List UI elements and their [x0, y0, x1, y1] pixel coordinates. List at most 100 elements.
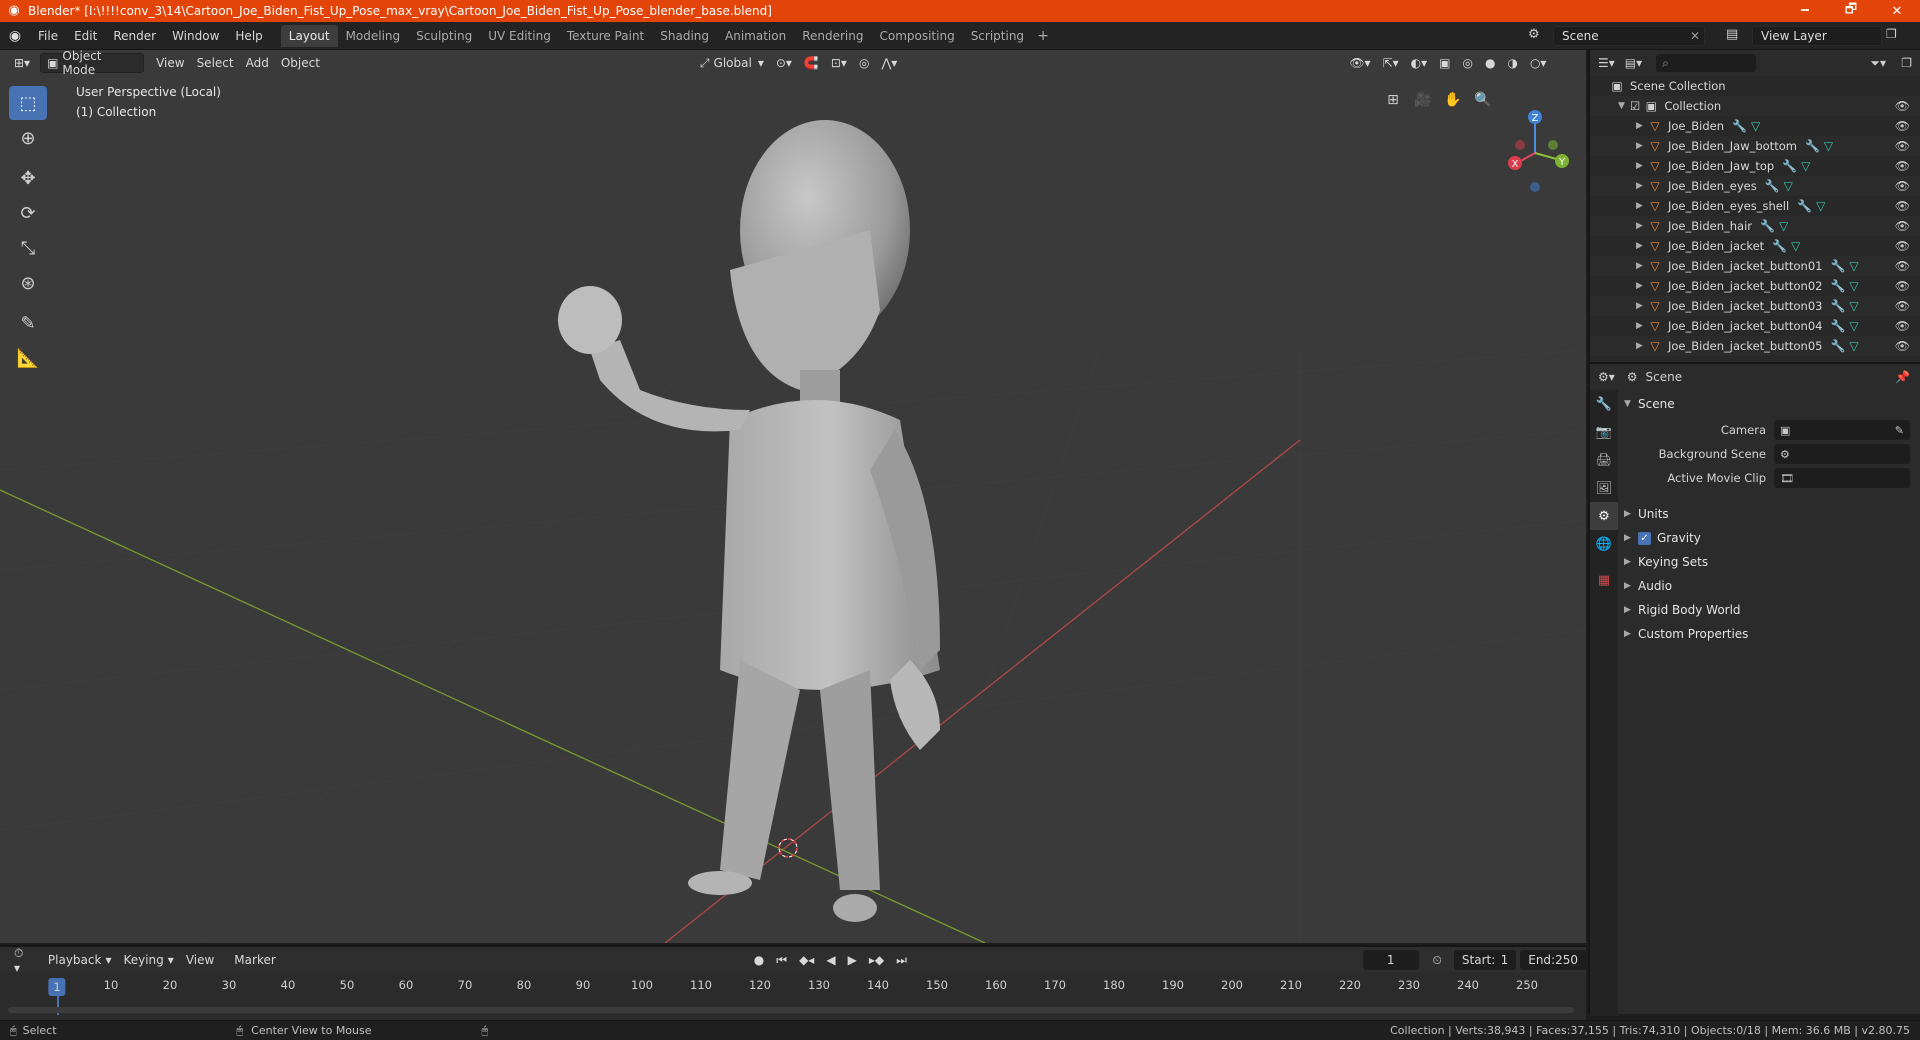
outliner-item[interactable]: ▶ ▽ Joe_Biden 🔧 ▽ 👁: [1590, 116, 1920, 136]
menu-timeline-view[interactable]: View: [180, 950, 220, 970]
menu-keying[interactable]: Keying ▾: [117, 950, 179, 970]
play-reverse-icon[interactable]: ◀: [820, 950, 841, 970]
menu-object[interactable]: Object: [275, 53, 326, 73]
background-scene-field[interactable]: ⚙: [1774, 444, 1910, 464]
tab-uv-editing[interactable]: UV Editing: [480, 25, 559, 47]
eye-icon[interactable]: 👁: [1895, 299, 1910, 313]
menu-marker[interactable]: Marker: [228, 950, 281, 970]
menu-file[interactable]: File: [30, 22, 66, 50]
navigation-gizmo[interactable]: Z Y X: [1508, 110, 1569, 192]
eye-icon[interactable]: 👁: [1895, 119, 1910, 133]
tab-sculpting[interactable]: Sculpting: [408, 25, 480, 47]
annotate-tool-icon[interactable]: ✎: [9, 306, 47, 340]
preview-range-icon[interactable]: ⏲: [1427, 950, 1448, 970]
timeline-scrollbar[interactable]: [8, 1007, 1574, 1013]
outliner-editor-icon[interactable]: ☰▾: [1598, 56, 1615, 70]
tab-texture-paint[interactable]: Texture Paint: [559, 25, 652, 47]
jump-end-icon[interactable]: ⏭: [890, 950, 913, 970]
texture-tab-icon[interactable]: ▦: [1590, 566, 1618, 594]
overlay-toggle-icon[interactable]: ◐▾: [1405, 53, 1434, 73]
tab-scripting[interactable]: Scripting: [963, 25, 1032, 47]
menu-render[interactable]: Render: [105, 22, 164, 50]
render-tab-icon[interactable]: 📷: [1590, 418, 1618, 446]
eye-icon[interactable]: 👁: [1895, 139, 1910, 153]
eye-icon[interactable]: 👁: [1895, 239, 1910, 253]
eye-icon[interactable]: 👁: [1895, 339, 1910, 353]
tab-rendering[interactable]: Rendering: [794, 25, 871, 47]
expand-arrow-icon[interactable]: ▶: [1636, 341, 1648, 351]
xray-toggle-icon[interactable]: ▣: [1433, 53, 1456, 73]
outliner-item[interactable]: ▶ ▽ Joe_Biden_jacket_button01 🔧 ▽ 👁: [1590, 256, 1920, 276]
outliner-item[interactable]: ▶ ▽ Joe_Biden_jacket_button04 🔧 ▽ 👁: [1590, 316, 1920, 336]
view-layer-icon[interactable]: ▤: [1726, 27, 1738, 42]
solid-shading-icon[interactable]: ●: [1479, 53, 1501, 73]
tab-layout[interactable]: Layout: [280, 24, 338, 47]
eye-icon[interactable]: 👁: [1895, 319, 1910, 333]
pivot-point-icon[interactable]: ⊙▾: [770, 53, 798, 73]
3d-cursor[interactable]: [778, 838, 798, 858]
current-frame-indicator[interactable]: 1: [48, 978, 66, 996]
outliner-item[interactable]: ▶ ▽ Joe_Biden_eyes_shell 🔧 ▽ 👁: [1590, 196, 1920, 216]
end-frame-field[interactable]: End: 250: [1520, 950, 1586, 970]
active-movie-clip-field[interactable]: 🎞: [1774, 468, 1910, 488]
eye-icon[interactable]: 👁: [1895, 179, 1910, 193]
panel-units[interactable]: ▶ Units: [1624, 502, 1918, 526]
gizmo-toggle-icon[interactable]: ⇱▾: [1377, 53, 1405, 73]
gravity-checkbox[interactable]: ✓: [1638, 531, 1651, 545]
world-tab-icon[interactable]: 🌐: [1590, 530, 1618, 558]
proportional-edit-icon[interactable]: ◎: [853, 53, 875, 73]
toggle-camera-ortho-icon[interactable]: ⊞: [1380, 87, 1406, 113]
camera-field[interactable]: ▣ ✎: [1774, 420, 1910, 440]
play-icon[interactable]: ▶: [842, 950, 863, 970]
outliner-item[interactable]: ▶ ▽ Joe_Biden_hair 🔧 ▽ 👁: [1590, 216, 1920, 236]
menu-select[interactable]: Select: [191, 53, 240, 73]
outliner-item[interactable]: ▶ ▽ Joe_Biden_jacket_button02 🔧 ▽ 👁: [1590, 276, 1920, 296]
maximize-button[interactable]: 🗗: [1828, 0, 1874, 22]
visibility-icon[interactable]: 👁▾: [1343, 53, 1376, 73]
output-tab-icon[interactable]: 🖨: [1590, 446, 1618, 474]
outliner-item[interactable]: ▶ ▽ Joe_Biden_Jaw_top 🔧 ▽ 👁: [1590, 156, 1920, 176]
menu-view[interactable]: View: [150, 53, 190, 73]
menu-playback[interactable]: Playback ▾: [42, 950, 118, 970]
expand-arrow-icon[interactable]: ▶: [1636, 241, 1648, 251]
outliner-item[interactable]: ▶ ▽ Joe_Biden_jacket_button03 🔧 ▽ 👁: [1590, 296, 1920, 316]
pan-view-icon[interactable]: ✋: [1440, 87, 1466, 113]
rendered-shading-icon[interactable]: ○▾: [1524, 53, 1553, 73]
expand-arrow-icon[interactable]: ▶: [1636, 321, 1648, 331]
menu-add[interactable]: Add: [240, 53, 275, 73]
start-frame-field[interactable]: Start: 1: [1453, 950, 1517, 970]
current-frame-field[interactable]: 1: [1362, 950, 1419, 970]
outliner-item[interactable]: ▶ ▽ Joe_Biden_eyes 🔧 ▽ 👁: [1590, 176, 1920, 196]
tab-animation[interactable]: Animation: [717, 25, 794, 47]
blender-menu-icon[interactable]: ◉: [0, 22, 30, 50]
panel-gravity[interactable]: ▶ ✓ Gravity: [1624, 526, 1918, 550]
panel-rigid-body-world[interactable]: ▶ Rigid Body World: [1624, 598, 1918, 622]
tool-tab-icon[interactable]: 🔧: [1590, 390, 1618, 418]
frame-ruler[interactable]: 1 10 20 30 40 50 60 70 80 90 100 110 120…: [0, 975, 1586, 996]
scene-close-icon[interactable]: ✕: [1690, 29, 1700, 43]
scene-tab-icon[interactable]: ⚙: [1590, 502, 1618, 530]
panel-custom-properties[interactable]: ▶ Custom Properties: [1624, 622, 1918, 646]
scene-selector[interactable]: Scene ✕: [1553, 26, 1705, 46]
expand-arrow-icon[interactable]: ▶: [1636, 121, 1648, 131]
snap-target-icon[interactable]: ⊡▾: [825, 53, 853, 73]
display-mode-icon[interactable]: ▤▾: [1625, 56, 1642, 70]
new-collection-icon[interactable]: ❐: [1901, 56, 1912, 70]
3d-viewport[interactable]: Z Y X User Perspective (Local) (1) Colle…: [0, 50, 1586, 943]
expand-arrow-icon[interactable]: ▼: [1618, 101, 1630, 111]
expand-arrow-icon[interactable]: ▶: [1636, 221, 1648, 231]
record-button-icon[interactable]: ●: [748, 950, 770, 970]
eye-icon[interactable]: 👁: [1895, 279, 1910, 293]
tab-shading[interactable]: Shading: [652, 25, 717, 47]
tab-modeling[interactable]: Modeling: [338, 25, 409, 47]
expand-arrow-icon[interactable]: ▶: [1636, 181, 1648, 191]
next-keyframe-icon[interactable]: ▸◆: [863, 950, 890, 970]
measure-tool-icon[interactable]: 📐: [9, 341, 47, 375]
view-layer-selector[interactable]: View Layer: [1752, 26, 1882, 46]
expand-arrow-icon[interactable]: ▶: [1636, 261, 1648, 271]
eye-icon[interactable]: 👁: [1895, 199, 1910, 213]
transform-orientation[interactable]: ⤢ Global ▾: [694, 53, 770, 73]
outliner-collection[interactable]: ▼ ☑ ▣ Collection 👁: [1590, 96, 1920, 116]
pin-icon[interactable]: 📌: [1895, 370, 1910, 384]
mode-selector[interactable]: ▣ Object Mode: [40, 49, 145, 77]
